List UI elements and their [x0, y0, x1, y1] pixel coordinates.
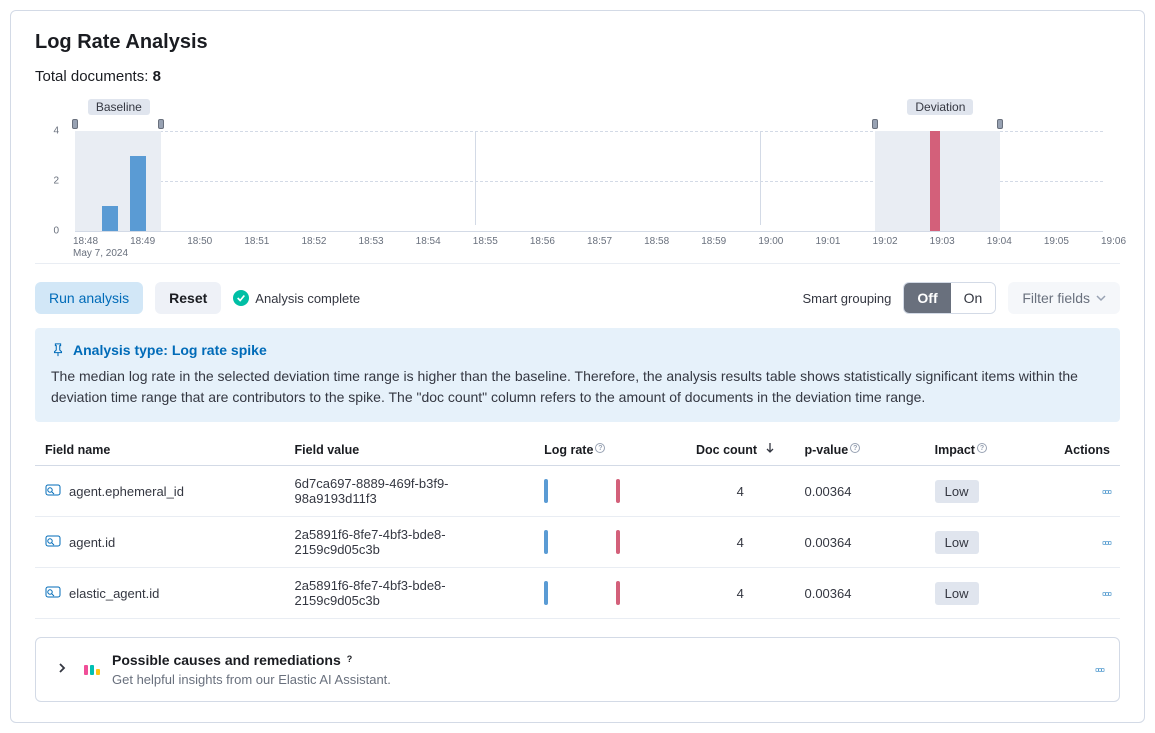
log-rate-bars — [534, 517, 686, 568]
page-title: Log Rate Analysis — [35, 31, 1120, 54]
doc-count: 4 — [686, 517, 795, 568]
row-actions-button[interactable]: ▫▫▫ — [1102, 586, 1110, 601]
toggle-off[interactable]: Off — [904, 283, 950, 313]
log-rate-bars — [534, 466, 686, 517]
field-name: elastic_agent.id — [69, 586, 159, 601]
field-name: agent.id — [69, 535, 115, 550]
log-rate-analysis-panel: Log Rate Analysis Total documents: 8 Bas… — [10, 10, 1145, 723]
doc-count: 4 — [686, 568, 795, 619]
pin-icon — [51, 343, 65, 357]
doc-count: 4 — [686, 466, 795, 517]
table-row[interactable]: elastic_agent.id 2a5891f6-8fe7-4bf3-bde8-… — [35, 568, 1120, 619]
smart-grouping-toggle[interactable]: Off On — [903, 282, 996, 314]
check-icon — [233, 290, 249, 306]
col-field-name[interactable]: Field name — [35, 434, 285, 466]
log-rate-chart[interactable]: BaselineDeviation 024 18:4818:4918:5018:… — [35, 99, 1120, 231]
reset-button[interactable]: Reset — [155, 282, 221, 314]
field-value: 2a5891f6-8fe7-4bf3-bde8-2159c9d05c3b — [285, 568, 535, 619]
total-documents: Total documents: 8 — [35, 68, 1120, 85]
col-field-value[interactable]: Field value — [285, 434, 535, 466]
chevron-down-icon — [1096, 293, 1106, 303]
analysis-type-callout: Analysis type: Log rate spike The median… — [35, 328, 1120, 422]
smart-grouping-label: Smart grouping — [803, 291, 892, 306]
impact-badge: Low — [935, 582, 979, 605]
selection-badge-deviation: Deviation — [907, 99, 973, 115]
table-row[interactable]: agent.ephemeral_id 6d7ca697-8889-469f-b3f… — [35, 466, 1120, 517]
field-name: agent.ephemeral_id — [69, 484, 184, 499]
p-value: 0.00364 — [794, 517, 924, 568]
help-icon[interactable]: ? — [347, 654, 359, 666]
field-type-icon — [45, 584, 61, 603]
sort-desc-icon — [765, 442, 775, 454]
impact-badge: Low — [935, 531, 979, 554]
results-table: Field name Field value Log rate? Doc cou… — [35, 434, 1120, 619]
col-actions[interactable]: Actions — [1044, 434, 1120, 466]
col-doc-count[interactable]: Doc count — [686, 434, 795, 466]
field-type-icon — [45, 482, 61, 501]
col-log-rate[interactable]: Log rate? — [534, 434, 686, 466]
selection-badge-baseline: Baseline — [88, 99, 150, 115]
log-rate-bars — [534, 568, 686, 619]
table-row[interactable]: agent.id 2a5891f6-8fe7-4bf3-bde8-2159c9d0… — [35, 517, 1120, 568]
col-p-value[interactable]: p-value? — [794, 434, 924, 466]
ai-assistant-panel: Possible causes and remediations ? Get h… — [35, 637, 1120, 702]
filter-fields-button[interactable]: Filter fields — [1008, 282, 1120, 314]
p-value: 0.00364 — [794, 568, 924, 619]
ai-expand-toggle[interactable] — [52, 658, 72, 681]
ai-actions-button[interactable]: ▫▫▫ — [1095, 662, 1103, 677]
run-analysis-button[interactable]: Run analysis — [35, 282, 143, 314]
p-value: 0.00364 — [794, 466, 924, 517]
col-impact[interactable]: Impact? — [925, 434, 1044, 466]
toggle-on[interactable]: On — [951, 283, 996, 313]
field-type-icon — [45, 533, 61, 552]
field-value: 2a5891f6-8fe7-4bf3-bde8-2159c9d05c3b — [285, 517, 535, 568]
impact-badge: Low — [935, 480, 979, 503]
controls-row: Run analysis Reset Analysis complete Sma… — [35, 282, 1120, 314]
brush-handle[interactable] — [872, 119, 878, 129]
brush-handle[interactable] — [997, 119, 1003, 129]
row-actions-button[interactable]: ▫▫▫ — [1102, 484, 1110, 499]
brush-handle[interactable] — [72, 119, 78, 129]
field-value: 6d7ca697-8889-469f-b3f9-98a9193d11f3 — [285, 466, 535, 517]
status-badge: Analysis complete — [233, 290, 360, 306]
elastic-assistant-icon — [84, 665, 100, 675]
brush-handle[interactable] — [158, 119, 164, 129]
row-actions-button[interactable]: ▫▫▫ — [1102, 535, 1110, 550]
